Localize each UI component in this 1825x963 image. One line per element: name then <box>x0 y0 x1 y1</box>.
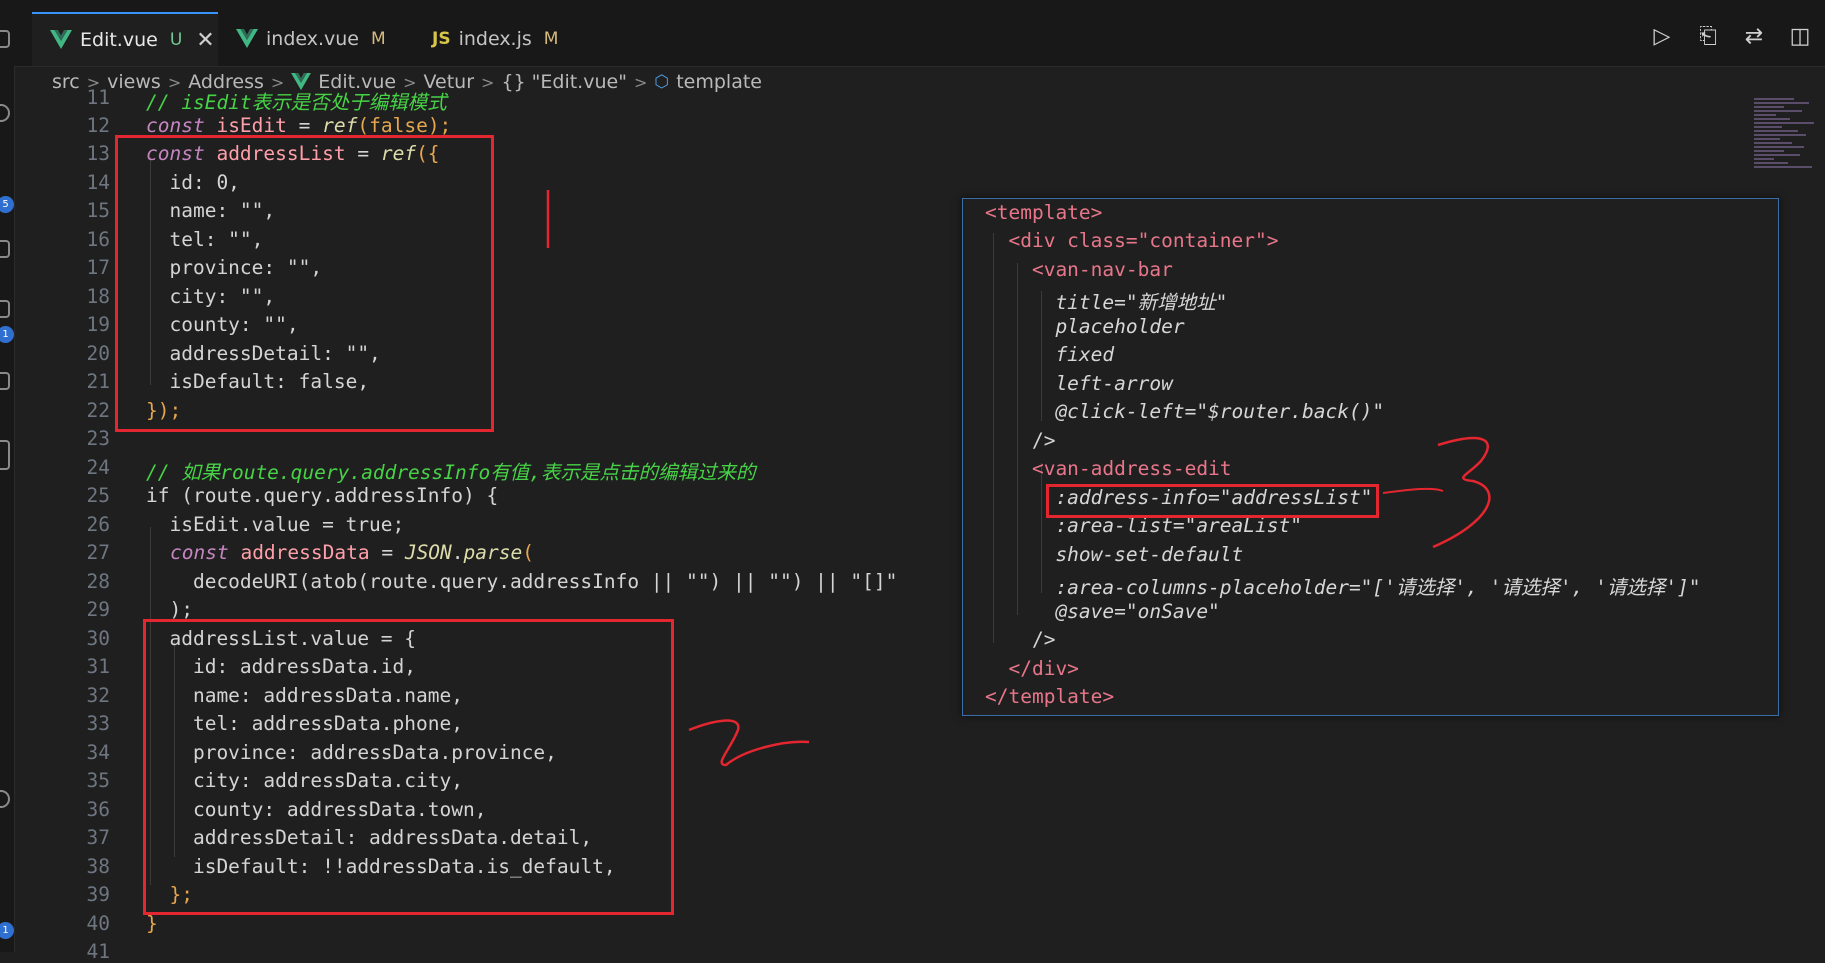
modified-status: M <box>543 29 559 49</box>
vue-icon <box>236 29 258 49</box>
breadcrumb-item[interactable]: {} "Edit.vue" <box>501 71 627 93</box>
breadcrumb-item[interactable]: template <box>676 71 762 93</box>
template-code-panel: <template> <div class="container"> <van-… <box>962 198 1779 716</box>
run-icon[interactable]: ▷ <box>1649 24 1675 50</box>
explorer-icon[interactable] <box>0 30 10 48</box>
search-icon[interactable] <box>0 104 10 122</box>
minimap[interactable] <box>1754 96 1825 206</box>
tab-label: index.js <box>458 28 532 50</box>
js-icon: JS <box>432 29 451 49</box>
split-editor-icon[interactable]: ◫ <box>1787 24 1813 50</box>
extensions-icon[interactable] <box>0 300 10 318</box>
vue-icon <box>50 30 72 50</box>
tab-label: Edit.vue <box>80 29 158 51</box>
untracked-status: U <box>169 30 183 50</box>
tab-index-js[interactable]: JS index.js M <box>414 12 594 66</box>
open-changes-icon[interactable]: ⇄ <box>1741 24 1767 50</box>
extensions-badge: 1 <box>0 326 14 343</box>
annotation-mark-2 <box>688 719 810 767</box>
tab-edit-vue[interactable]: Edit.vue U ✕ <box>32 12 218 66</box>
settings-badge: 1 <box>0 922 14 939</box>
chevron-right-icon: > <box>481 72 495 92</box>
source-control-badge: 5 <box>0 196 14 213</box>
annotation-mark-3-link <box>1382 487 1444 494</box>
handwritten-annotations <box>1382 436 1491 549</box>
run-icon[interactable] <box>0 240 10 258</box>
activity-bar: 5 1 1 <box>0 0 15 952</box>
testing-icon[interactable] <box>0 440 10 470</box>
annotation-mark-3 <box>1432 436 1491 549</box>
compare-icon[interactable]: ⎗ <box>1695 24 1721 50</box>
tab-index-vue[interactable]: index.vue M <box>218 12 408 66</box>
cube-icon: ⬡ <box>654 72 670 92</box>
modified-status: M <box>371 29 386 49</box>
account-icon[interactable] <box>0 790 10 808</box>
close-icon[interactable]: ✕ <box>196 28 214 53</box>
tab-label: index.vue <box>266 28 359 50</box>
tab-bar: Edit.vue U ✕ index.vue M JS index.js M ▷… <box>14 0 1825 67</box>
remote-icon[interactable] <box>0 372 10 390</box>
editor-toolbar: ▷ ⎗ ⇄ ◫ <box>1649 24 1813 50</box>
chevron-right-icon: > <box>633 72 648 92</box>
